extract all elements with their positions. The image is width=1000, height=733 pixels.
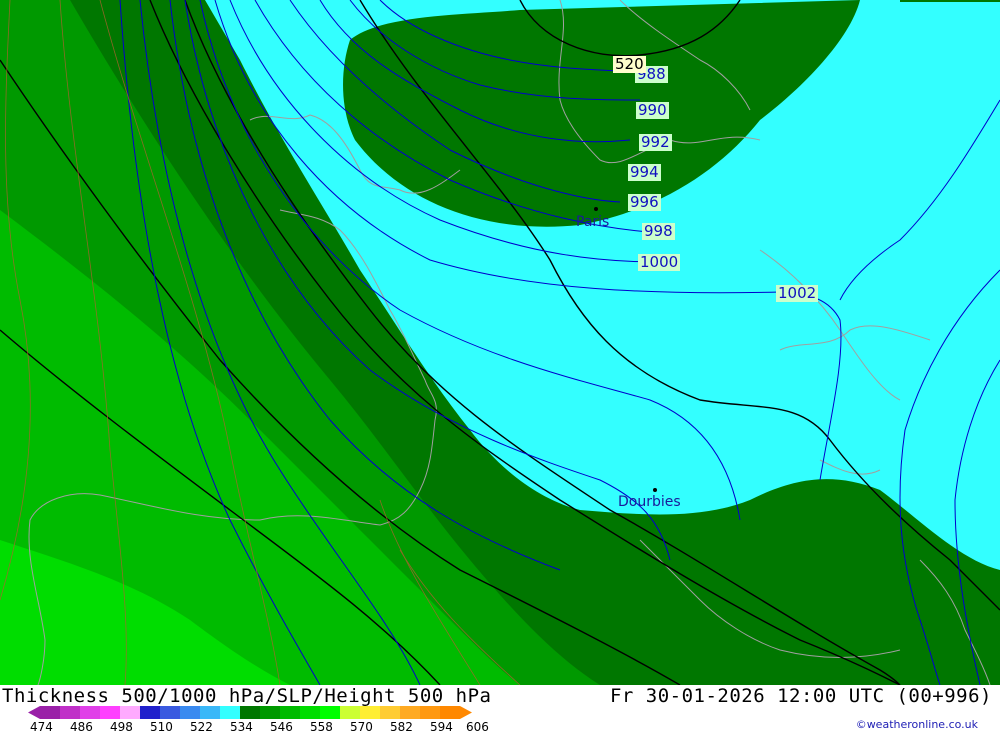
city-dot-dourbies: [653, 488, 657, 492]
map-datetime: Fr 30-01-2026 12:00 UTC (00+996): [609, 685, 992, 707]
legend-tick-label: 582: [390, 720, 413, 733]
credit-link[interactable]: ©weatheronline.co.uk: [856, 718, 978, 731]
legend-swatch: [300, 706, 320, 719]
isobar-label-992: 992: [639, 133, 672, 151]
isobar-label-998: 998: [642, 222, 675, 240]
city-label-dourbies: Dourbies: [618, 494, 681, 510]
thickness-map: [0, 0, 1000, 685]
legend-tick-label: 594: [430, 720, 453, 733]
legend-swatch: [220, 706, 240, 719]
legend-swatch: [120, 706, 140, 719]
legend-swatch: [400, 706, 420, 719]
legend-tick-label: 534: [230, 720, 253, 733]
legend-swatch: [180, 706, 200, 719]
isobar-label-994: 994: [628, 163, 661, 181]
legend-tick-label: 606: [466, 720, 489, 733]
legend-swatch: [240, 706, 260, 719]
isobar-label-1002: 1002: [776, 284, 819, 302]
footer: Thickness 500/1000 hPa/SLP/Height 500 hP…: [0, 685, 1000, 733]
legend-tick-label: 546: [270, 720, 293, 733]
legend-swatch: [140, 706, 160, 719]
legend-swatch: [260, 706, 280, 719]
legend-swatch: [420, 706, 440, 719]
weather-map-page: 988 990 992 994 996 998 1000 1002 520 Pa…: [0, 0, 1000, 733]
legend-tick-label: 498: [110, 720, 133, 733]
city-dot-paris: [594, 207, 598, 211]
legend-swatch: [320, 706, 340, 719]
band-dark-green-north-2: [900, 0, 1000, 2]
isobar-label-1000: 1000: [638, 253, 681, 271]
height-label-520: 520: [613, 55, 646, 73]
legend-tick-label: 558: [310, 720, 333, 733]
city-label-paris: Paris: [576, 214, 610, 230]
legend-swatch: [40, 706, 60, 719]
map-title: Thickness 500/1000 hPa/SLP/Height 500 hP…: [2, 685, 492, 707]
legend-swatch: [100, 706, 120, 719]
legend-tick-label: 510: [150, 720, 173, 733]
legend-swatch: [360, 706, 380, 719]
legend-swatch: [280, 706, 300, 719]
legend-tick-label: 474: [30, 720, 53, 733]
legend-arrow-left: [28, 706, 40, 719]
legend-swatch: [200, 706, 220, 719]
legend-swatch: [340, 706, 360, 719]
legend-tick-label: 486: [70, 720, 93, 733]
legend-swatch: [380, 706, 400, 719]
legend-swatch: [60, 706, 80, 719]
color-legend: [28, 706, 472, 719]
legend-swatch: [80, 706, 100, 719]
isobar-label-990: 990: [636, 101, 669, 119]
legend-swatch: [440, 706, 460, 719]
legend-swatch: [160, 706, 180, 719]
isobar-label-996: 996: [628, 193, 661, 211]
legend-tick-label: 522: [190, 720, 213, 733]
legend-tick-label: 570: [350, 720, 373, 733]
legend-arrow-right: [460, 706, 472, 719]
